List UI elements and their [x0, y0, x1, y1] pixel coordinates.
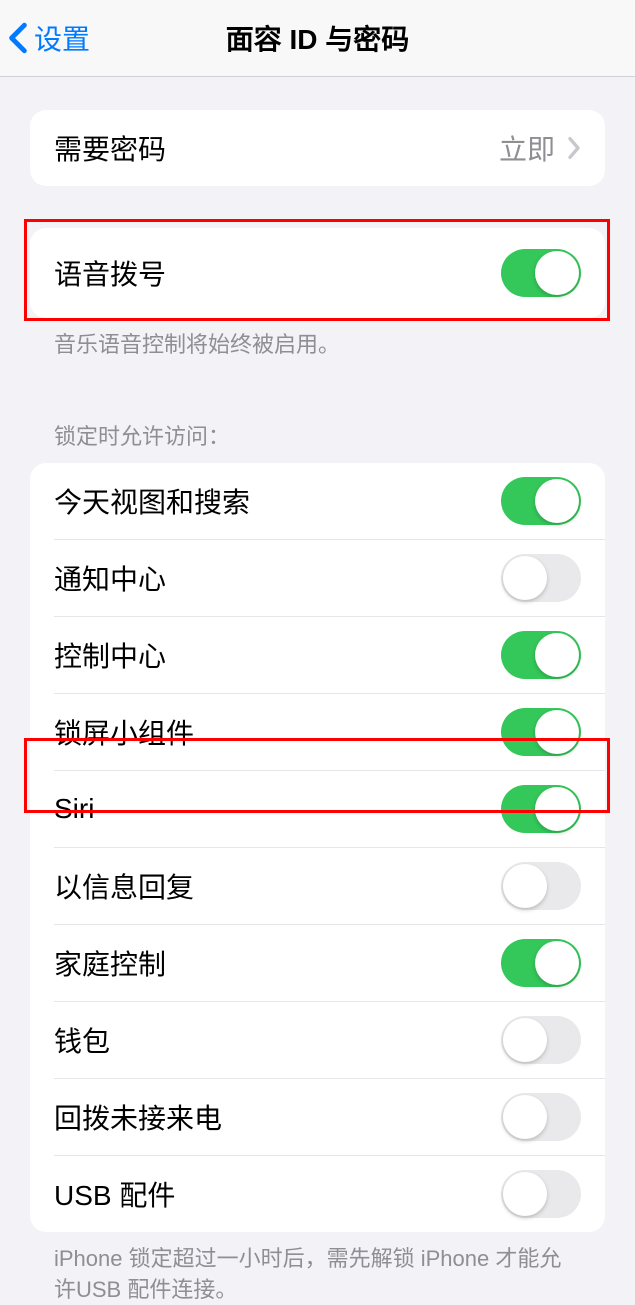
usb-footer: iPhone 锁定超过一小时后，需先解锁 iPhone 才能允许USB 配件连接… — [30, 1232, 605, 1305]
require-passcode-value: 立即 — [499, 128, 555, 168]
voice-dial-toggle[interactable] — [501, 249, 581, 297]
toggle-knob — [535, 633, 579, 677]
lock-access-row: USB 配件 — [30, 1156, 605, 1232]
toggle-knob — [535, 787, 579, 831]
toggle-knob — [535, 479, 579, 523]
lock-access-label: 回拨未接来电 — [54, 1097, 501, 1137]
lock-access-row: 控制中心 — [30, 617, 605, 693]
require-passcode-label: 需要密码 — [54, 128, 499, 168]
lock-access-row: 通知中心 — [30, 540, 605, 616]
page-title: 面容 ID 与密码 — [226, 18, 410, 58]
lock-access-label: 家庭控制 — [54, 943, 501, 983]
lock-access-label: 控制中心 — [54, 635, 501, 675]
lock-access-row: Siri — [30, 771, 605, 847]
lock-access-label: 以信息回复 — [54, 866, 501, 906]
require-passcode-row[interactable]: 需要密码 立即 — [30, 110, 605, 186]
toggle-knob — [535, 710, 579, 754]
chevron-left-icon — [8, 22, 28, 54]
toggle-knob — [503, 864, 547, 908]
back-label: 设置 — [34, 18, 90, 58]
toggle-knob — [535, 941, 579, 985]
toggle-knob — [503, 1018, 547, 1062]
voice-dial-label: 语音拨号 — [54, 253, 501, 293]
lock-access-toggle[interactable] — [501, 939, 581, 987]
lock-access-toggle[interactable] — [501, 477, 581, 525]
lock-access-label: 锁屏小组件 — [54, 712, 501, 752]
group-voice-dial: 语音拨号 — [30, 228, 605, 318]
lock-access-toggle[interactable] — [501, 785, 581, 833]
chevron-right-icon — [567, 136, 581, 160]
lock-access-header: 锁定时允许访问： — [30, 419, 605, 463]
lock-access-label: 今天视图和搜索 — [54, 481, 501, 521]
toggle-knob — [503, 1095, 547, 1139]
navigation-bar: 设置 面容 ID 与密码 — [0, 0, 635, 77]
lock-access-label: USB 配件 — [54, 1174, 501, 1214]
group-require-passcode: 需要密码 立即 — [30, 110, 605, 186]
voice-dial-row: 语音拨号 — [30, 228, 605, 318]
lock-access-row: 以信息回复 — [30, 848, 605, 924]
lock-access-row: 今天视图和搜索 — [30, 463, 605, 539]
lock-access-label: 钱包 — [54, 1020, 501, 1060]
lock-access-label: Siri — [54, 793, 501, 825]
toggle-knob — [503, 1172, 547, 1216]
lock-access-toggle[interactable] — [501, 1093, 581, 1141]
toggle-knob — [503, 556, 547, 600]
lock-access-label: 通知中心 — [54, 558, 501, 598]
lock-access-row: 家庭控制 — [30, 925, 605, 1001]
back-button[interactable]: 设置 — [8, 18, 90, 58]
lock-access-toggle[interactable] — [501, 631, 581, 679]
lock-access-toggle[interactable] — [501, 862, 581, 910]
group-lock-access: 今天视图和搜索通知中心控制中心锁屏小组件 Siri 以信息回复家庭控制钱包回拨未接来… — [30, 463, 605, 1232]
toggle-knob — [535, 251, 579, 295]
lock-access-toggle[interactable] — [501, 1016, 581, 1064]
lock-access-row: 钱包 — [30, 1002, 605, 1078]
voice-dial-footer: 音乐语音控制将始终被启用。 — [30, 318, 605, 361]
lock-access-row: 锁屏小组件 — [30, 694, 605, 770]
lock-access-row: 回拨未接来电 — [30, 1079, 605, 1155]
lock-access-toggle[interactable] — [501, 708, 581, 756]
lock-access-toggle[interactable] — [501, 1170, 581, 1218]
lock-access-toggle[interactable] — [501, 554, 581, 602]
